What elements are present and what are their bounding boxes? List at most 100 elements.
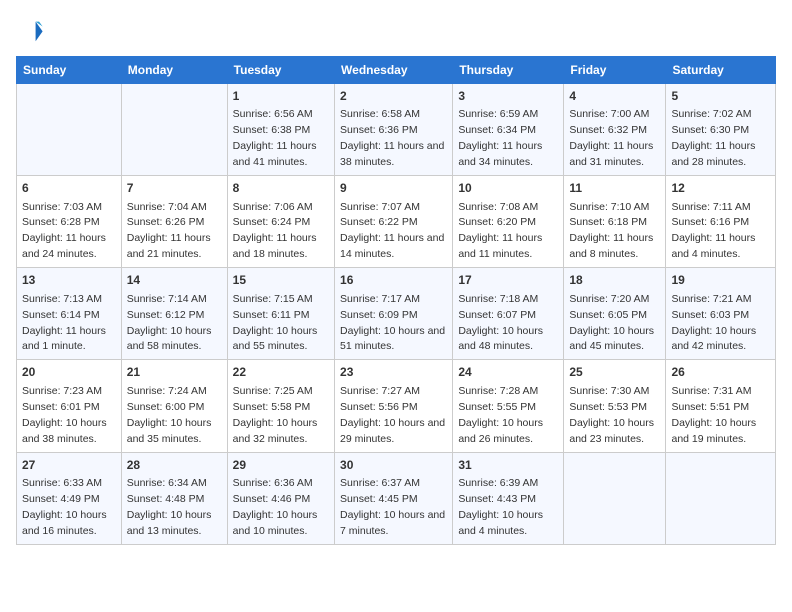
day-number: 7 [127,180,222,197]
day-number: 2 [340,88,447,105]
calendar-cell: 9 Sunrise: 7:07 AM Sunset: 6:22 PM Daylig… [335,176,453,268]
day-number: 13 [22,272,116,289]
calendar-cell: 2 Sunrise: 6:58 AM Sunset: 6:36 PM Daylig… [335,84,453,176]
day-info: Sunrise: 7:11 AM Sunset: 6:16 PM Dayligh… [671,201,755,261]
day-number: 11 [569,180,660,197]
calendar-cell: 11 Sunrise: 7:10 AM Sunset: 6:18 PM Dayli… [564,176,666,268]
calendar-cell: 4Sunrise: 7:00 AM Sunset: 6:32 PM Daylig… [564,84,666,176]
calendar-cell: 13 Sunrise: 7:13 AM Sunset: 6:14 PM Dayli… [17,268,122,360]
day-info: Sunrise: 7:28 AM Sunset: 5:55 PM Dayligh… [458,385,543,445]
calendar-cell: 10Sunrise: 7:08 AM Sunset: 6:20 PM Dayli… [453,176,564,268]
calendar-cell: 26 Sunrise: 7:31 AM Sunset: 5:51 PM Dayli… [666,360,776,452]
day-number: 4 [569,88,660,105]
calendar-cell: 6 Sunrise: 7:03 AM Sunset: 6:28 PM Daylig… [17,176,122,268]
calendar-cell [121,84,227,176]
day-number: 14 [127,272,222,289]
day-info: Sunrise: 7:25 AM Sunset: 5:58 PM Dayligh… [233,385,318,445]
day-number: 8 [233,180,329,197]
day-info: Sunrise: 6:36 AM Sunset: 4:46 PM Dayligh… [233,477,318,537]
calendar-week-row: 1 Sunrise: 6:56 AM Sunset: 6:38 PM Daylig… [17,84,776,176]
day-number: 26 [671,364,770,381]
calendar-cell [666,452,776,544]
day-info: Sunrise: 7:07 AM Sunset: 6:22 PM Dayligh… [340,201,444,261]
day-info: Sunrise: 7:27 AM Sunset: 5:56 PM Dayligh… [340,385,445,445]
day-number: 16 [340,272,447,289]
day-number: 10 [458,180,558,197]
calendar-cell: 28 Sunrise: 6:34 AM Sunset: 4:48 PM Dayli… [121,452,227,544]
calendar-cell: 19 Sunrise: 7:21 AM Sunset: 6:03 PM Dayli… [666,268,776,360]
calendar-week-row: 27 Sunrise: 6:33 AM Sunset: 4:49 PM Dayli… [17,452,776,544]
day-info: Sunrise: 7:24 AM Sunset: 6:00 PM Dayligh… [127,385,212,445]
day-number: 27 [22,457,116,474]
day-number: 15 [233,272,329,289]
calendar-header: SundayMondayTuesdayWednesdayThursdayFrid… [17,57,776,84]
day-number: 12 [671,180,770,197]
calendar-week-row: 6 Sunrise: 7:03 AM Sunset: 6:28 PM Daylig… [17,176,776,268]
calendar-cell: 31 Sunrise: 6:39 AM Sunset: 4:43 PM Dayli… [453,452,564,544]
calendar-cell: 20 Sunrise: 7:23 AM Sunset: 6:01 PM Dayli… [17,360,122,452]
day-number: 9 [340,180,447,197]
day-info: Sunrise: 6:56 AM Sunset: 6:38 PM Dayligh… [233,108,317,168]
calendar-cell: 7 Sunrise: 7:04 AM Sunset: 6:26 PM Daylig… [121,176,227,268]
day-info: Sunrise: 6:37 AM Sunset: 4:45 PM Dayligh… [340,477,445,537]
day-number: 29 [233,457,329,474]
calendar-cell: 21 Sunrise: 7:24 AM Sunset: 6:00 PM Dayli… [121,360,227,452]
calendar-cell: 22 Sunrise: 7:25 AM Sunset: 5:58 PM Dayli… [227,360,334,452]
calendar-cell: 14Sunrise: 7:14 AM Sunset: 6:12 PM Dayli… [121,268,227,360]
day-info: Sunrise: 7:23 AM Sunset: 6:01 PM Dayligh… [22,385,107,445]
day-number: 1 [233,88,329,105]
day-info: Sunrise: 7:15 AM Sunset: 6:11 PM Dayligh… [233,293,318,353]
day-info: Sunrise: 7:21 AM Sunset: 6:03 PM Dayligh… [671,293,756,353]
calendar-cell: 3 Sunrise: 6:59 AM Sunset: 6:34 PM Daylig… [453,84,564,176]
weekday-header-thursday: Thursday [453,57,564,84]
calendar-cell [564,452,666,544]
calendar-cell: 25 Sunrise: 7:30 AM Sunset: 5:53 PM Dayli… [564,360,666,452]
logo [16,16,46,44]
calendar-cell: 8Sunrise: 7:06 AM Sunset: 6:24 PM Daylig… [227,176,334,268]
day-number: 28 [127,457,222,474]
calendar-cell: 12 Sunrise: 7:11 AM Sunset: 6:16 PM Dayli… [666,176,776,268]
day-number: 20 [22,364,116,381]
day-info: Sunrise: 6:39 AM Sunset: 4:43 PM Dayligh… [458,477,543,537]
day-info: Sunrise: 7:04 AM Sunset: 6:26 PM Dayligh… [127,201,211,261]
calendar-cell: 16 Sunrise: 7:17 AM Sunset: 6:09 PM Dayli… [335,268,453,360]
calendar-cell: 30Sunrise: 6:37 AM Sunset: 4:45 PM Dayli… [335,452,453,544]
calendar-body: 1 Sunrise: 6:56 AM Sunset: 6:38 PM Daylig… [17,84,776,545]
day-info: Sunrise: 7:10 AM Sunset: 6:18 PM Dayligh… [569,201,653,261]
day-number: 18 [569,272,660,289]
calendar-cell: 1 Sunrise: 6:56 AM Sunset: 6:38 PM Daylig… [227,84,334,176]
day-number: 25 [569,364,660,381]
day-number: 21 [127,364,222,381]
calendar-week-row: 13 Sunrise: 7:13 AM Sunset: 6:14 PM Dayli… [17,268,776,360]
day-info: Sunrise: 7:31 AM Sunset: 5:51 PM Dayligh… [671,385,756,445]
day-number: 31 [458,457,558,474]
calendar-week-row: 20 Sunrise: 7:23 AM Sunset: 6:01 PM Dayli… [17,360,776,452]
day-number: 5 [671,88,770,105]
weekday-header-saturday: Saturday [666,57,776,84]
page-header [16,16,776,44]
day-info: Sunrise: 6:34 AM Sunset: 4:48 PM Dayligh… [127,477,212,537]
day-info: Sunrise: 7:18 AM Sunset: 6:07 PM Dayligh… [458,293,543,353]
calendar-cell: 29 Sunrise: 6:36 AM Sunset: 4:46 PM Dayli… [227,452,334,544]
day-info: Sunrise: 7:17 AM Sunset: 6:09 PM Dayligh… [340,293,445,353]
day-number: 3 [458,88,558,105]
day-number: 19 [671,272,770,289]
weekday-header-sunday: Sunday [17,57,122,84]
calendar-cell: 18Sunrise: 7:20 AM Sunset: 6:05 PM Dayli… [564,268,666,360]
day-number: 22 [233,364,329,381]
weekday-header-wednesday: Wednesday [335,57,453,84]
weekday-header-monday: Monday [121,57,227,84]
calendar-cell: 17Sunrise: 7:18 AM Sunset: 6:07 PM Dayli… [453,268,564,360]
day-info: Sunrise: 6:59 AM Sunset: 6:34 PM Dayligh… [458,108,542,168]
day-info: Sunrise: 7:13 AM Sunset: 6:14 PM Dayligh… [22,293,106,353]
day-number: 24 [458,364,558,381]
day-info: Sunrise: 7:30 AM Sunset: 5:53 PM Dayligh… [569,385,654,445]
calendar-cell [17,84,122,176]
day-info: Sunrise: 6:33 AM Sunset: 4:49 PM Dayligh… [22,477,107,537]
calendar-cell: 5Sunrise: 7:02 AM Sunset: 6:30 PM Daylig… [666,84,776,176]
weekday-header-friday: Friday [564,57,666,84]
day-info: Sunrise: 6:58 AM Sunset: 6:36 PM Dayligh… [340,108,444,168]
day-number: 6 [22,180,116,197]
calendar-cell: 15 Sunrise: 7:15 AM Sunset: 6:11 PM Dayli… [227,268,334,360]
day-info: Sunrise: 7:03 AM Sunset: 6:28 PM Dayligh… [22,201,106,261]
